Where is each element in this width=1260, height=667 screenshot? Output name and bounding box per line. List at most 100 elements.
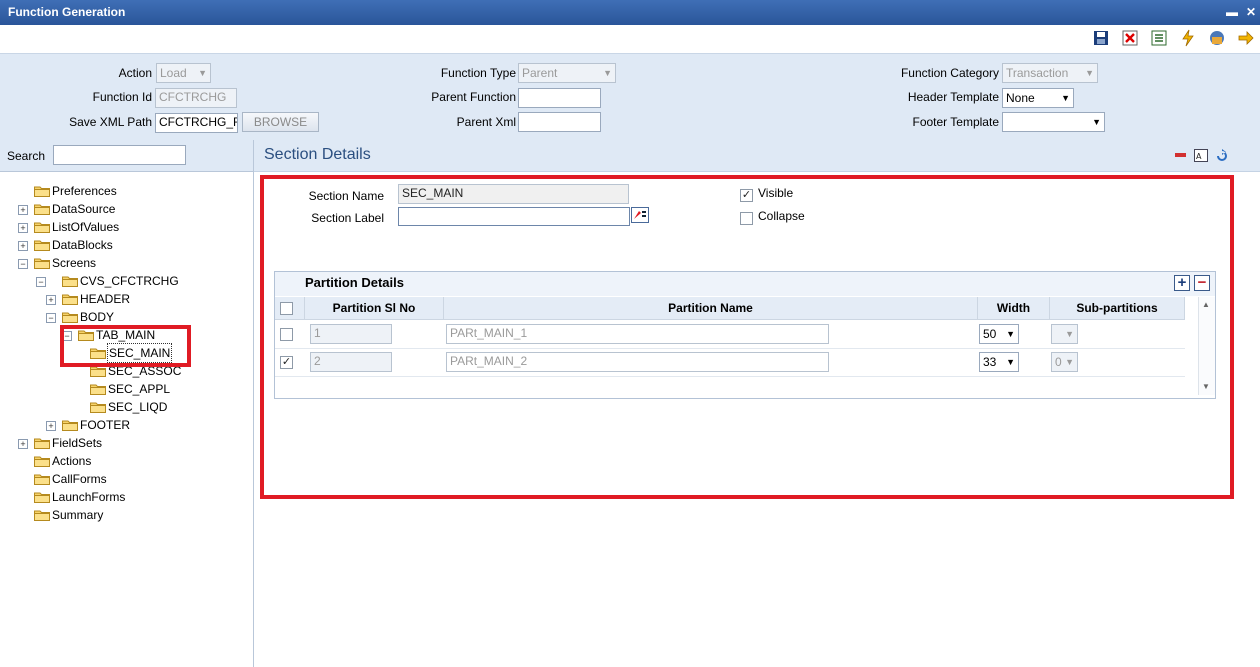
svg-text:A: A — [1196, 152, 1202, 161]
folder-icon — [90, 384, 106, 395]
tree-node-label: SEC_LIQD — [108, 400, 168, 414]
function-id-field[interactable]: CFCTRCHG — [155, 88, 237, 108]
collapse-icon[interactable] — [1174, 150, 1187, 160]
tree-node[interactable]: + ListOfValues — [0, 218, 253, 236]
save-icon[interactable] — [1092, 29, 1110, 47]
tree-node[interactable]: CallForms — [0, 470, 253, 488]
header-template-value: None — [1006, 91, 1035, 105]
function-category-select[interactable]: Transaction ▼ — [1002, 63, 1098, 83]
footer-template-select[interactable]: ▼ — [1002, 112, 1105, 132]
folder-icon — [34, 456, 50, 467]
refresh-icon[interactable] — [1214, 148, 1230, 163]
tree-node[interactable]: + DataBlocks — [0, 236, 253, 254]
chevron-down-icon: ▼ — [1085, 68, 1094, 78]
folder-icon — [90, 402, 106, 413]
collapse-node-icon[interactable]: − — [36, 277, 46, 287]
action-select[interactable]: Load ▼ — [156, 63, 211, 83]
function-type-label: Function Type — [440, 66, 516, 80]
folder-icon — [34, 240, 50, 251]
parent-xml-label: Parent Xml — [456, 115, 516, 129]
tree-node-label: FOOTER — [80, 418, 130, 432]
folder-icon — [62, 312, 78, 323]
folder-icon — [34, 186, 50, 197]
tree-node[interactable]: Preferences — [0, 182, 253, 200]
function-category-value: Transaction — [1006, 66, 1069, 80]
tree-node[interactable]: + FOOTER — [0, 416, 253, 434]
highlight-box — [260, 175, 1234, 499]
save-xml-path-field[interactable]: CFCTRCHG_F — [155, 113, 238, 133]
tree-panel: Search Preferences + DataSource + ListOfValu… — [0, 140, 254, 667]
highlight-box — [60, 325, 191, 367]
tree-node[interactable]: Actions — [0, 452, 253, 470]
section-header: Section Details A — [254, 140, 1260, 172]
parent-xml-field[interactable] — [518, 112, 601, 132]
folder-icon — [34, 222, 50, 233]
deploy-icon[interactable] — [1208, 29, 1226, 47]
function-header-form: Action Load ▼ Function Id CFCTRCHG Save X… — [0, 54, 1260, 140]
action-label: Action — [118, 66, 152, 80]
tree-node-label: HEADER — [80, 292, 131, 306]
folder-icon — [34, 204, 50, 215]
header-template-select[interactable]: None ▼ — [1002, 88, 1074, 108]
folder-icon — [34, 510, 50, 521]
tree-node-label: BODY — [80, 310, 115, 324]
expand-node-icon[interactable]: + — [18, 439, 28, 449]
header-template-label: Header Template — [907, 90, 999, 104]
chevron-down-icon: ▼ — [603, 68, 612, 78]
tree-node-label: ListOfValues — [52, 220, 120, 234]
tree-node-label: CallForms — [52, 472, 107, 486]
tree-node-label: FieldSets — [52, 436, 103, 450]
list-icon[interactable] — [1150, 29, 1168, 47]
close-icon[interactable]: ✕ — [1243, 0, 1259, 25]
action-value: Load — [160, 66, 187, 80]
tree-node-label: SEC_APPL — [108, 382, 171, 396]
section-details-panel: Section Details A Section Name SEC_MAIN … — [254, 140, 1260, 667]
tree-node[interactable]: SEC_LIQD — [0, 398, 253, 416]
expand-node-icon[interactable]: + — [18, 205, 28, 215]
tree-node[interactable]: + DataSource — [0, 200, 253, 218]
search-label: Search — [7, 149, 46, 163]
expand-node-icon[interactable]: + — [18, 241, 28, 251]
toolbar — [0, 25, 1260, 54]
window-title: Function Generation — [8, 5, 126, 19]
expand-node-icon[interactable]: + — [46, 421, 56, 431]
section-title: Section Details — [264, 146, 371, 163]
parent-function-field[interactable] — [518, 88, 601, 108]
tree-node[interactable]: LaunchForms — [0, 488, 253, 506]
delete-icon[interactable] — [1121, 29, 1139, 47]
parent-function-label: Parent Function — [431, 90, 516, 104]
folder-icon — [62, 294, 78, 305]
generate-icon[interactable] — [1179, 29, 1197, 47]
minimize-icon[interactable]: ▬ — [1224, 0, 1240, 25]
exit-icon[interactable] — [1237, 29, 1255, 47]
chevron-down-icon: ▼ — [1061, 93, 1070, 103]
tree-node[interactable]: − CVS_CFCTRCHG — [0, 272, 253, 290]
save-xml-path-label: Save XML Path — [69, 115, 152, 129]
tree-node[interactable]: + FieldSets — [0, 434, 253, 452]
tree-node[interactable]: SEC_APPL — [0, 380, 253, 398]
folder-icon — [34, 492, 50, 503]
tree-node[interactable]: + HEADER — [0, 290, 253, 308]
expand-node-icon[interactable]: + — [46, 295, 56, 305]
tree-node[interactable]: − Screens — [0, 254, 253, 272]
search-input[interactable] — [53, 145, 186, 165]
function-type-select[interactable]: Parent ▼ — [518, 63, 616, 83]
collapse-node-icon[interactable]: − — [46, 313, 56, 323]
folder-icon — [62, 276, 78, 287]
font-size-icon[interactable]: A — [1194, 149, 1208, 162]
expand-node-icon[interactable]: + — [18, 223, 28, 233]
tree-node-label: Screens — [52, 256, 97, 270]
function-type-value: Parent — [522, 66, 558, 80]
tree-node-label: DataSource — [52, 202, 116, 216]
tree-node-label: CVS_CFCTRCHG — [80, 274, 179, 288]
tree-node[interactable]: Summary — [0, 506, 253, 524]
browse-button[interactable]: BROWSE — [242, 112, 319, 132]
folder-icon — [62, 420, 78, 431]
collapse-node-icon[interactable]: − — [18, 259, 28, 269]
folder-icon — [34, 438, 50, 449]
tree-node[interactable]: − BODY — [0, 308, 253, 326]
tree-node-label: DataBlocks — [52, 238, 113, 252]
window-title-bar: Function Generation ▬ ✕ — [0, 0, 1260, 25]
folder-icon — [34, 474, 50, 485]
tree-node-label: LaunchForms — [52, 490, 126, 504]
